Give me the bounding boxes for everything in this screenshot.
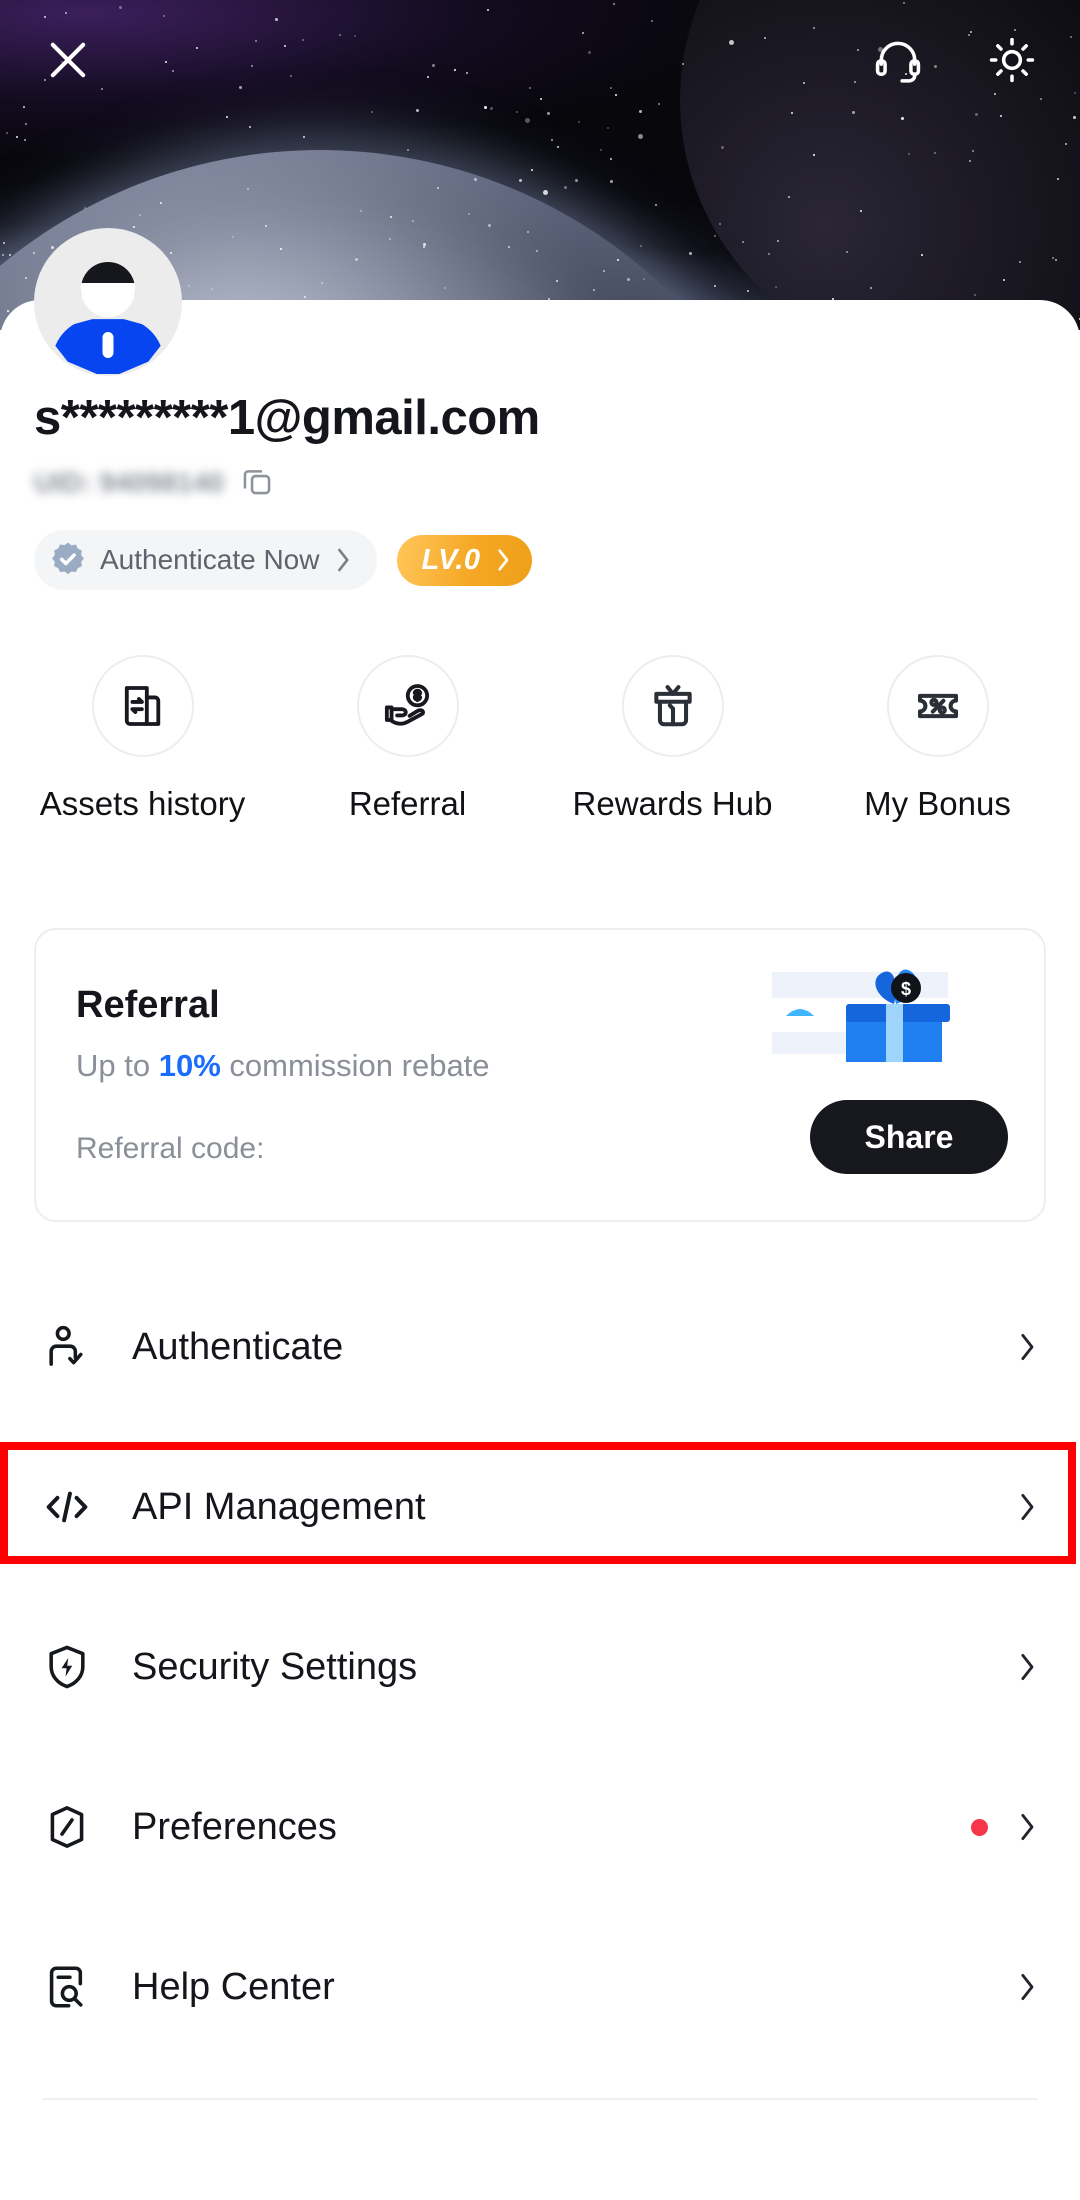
menu-item-right xyxy=(1014,1327,1040,1367)
uid-row: UID: 94098140 xyxy=(34,462,1046,504)
code-brackets-icon xyxy=(42,1482,100,1532)
close-icon[interactable] xyxy=(36,28,100,92)
user-check-icon xyxy=(42,1322,100,1372)
menu-item-label: Help Center xyxy=(132,1965,335,2008)
menu-item-api-management[interactable]: API Management xyxy=(0,1450,1080,1564)
headset-icon[interactable] xyxy=(866,28,930,92)
quick-action-label: Rewards Hub xyxy=(572,785,773,822)
authenticate-now-badge[interactable]: Authenticate Now xyxy=(34,530,378,590)
menu-item-right xyxy=(1014,1647,1040,1687)
copy-icon[interactable] xyxy=(240,464,274,503)
gift-box-icon xyxy=(653,685,692,727)
chevron-right-icon xyxy=(338,548,350,572)
top-bar xyxy=(0,0,1080,120)
gift-box-illustration: $ xyxy=(772,969,950,1062)
menu-item-label: Preferences xyxy=(132,1805,337,1848)
chevron-right-icon[interactable] xyxy=(1014,1807,1040,1847)
quick-action-rewards-hub[interactable]: Rewards Hub xyxy=(540,655,805,823)
menu-item-right xyxy=(971,1807,1040,1847)
uid-text: UID: 94098140 xyxy=(34,467,224,498)
chevron-right-icon[interactable] xyxy=(1014,1487,1040,1527)
authenticate-now-label: Authenticate Now xyxy=(100,544,320,575)
menu-spacer xyxy=(0,1404,1080,1450)
profile-screen: s*********1@gmail.com UID: 94098140 Auth… xyxy=(0,0,1080,2200)
referral-subtitle-prefix: Up to xyxy=(76,1048,159,1083)
quick-action-label: Assets history xyxy=(39,785,246,822)
account-badges: Authenticate Now LV.0 xyxy=(34,530,1046,590)
hand-coin-icon xyxy=(384,684,429,726)
quick-action-circle xyxy=(91,655,194,757)
menu-item-right xyxy=(1014,1967,1040,2007)
menu-item-label: API Management xyxy=(132,1485,426,1528)
menu-item-security-settings[interactable]: Security Settings xyxy=(0,1610,1080,1724)
menu-item-label: Security Settings xyxy=(132,1645,418,1688)
level-badge[interactable]: LV.0 xyxy=(397,534,533,586)
menu-item-authenticate[interactable]: Authenticate xyxy=(0,1290,1080,1404)
account-email: s*********1@gmail.com xyxy=(34,391,540,445)
referral-card[interactable]: Referral Up to 10% commission rebate Ref… xyxy=(34,928,1046,1222)
chevron-right-icon[interactable] xyxy=(1014,1967,1040,2007)
menu-item-label: Authenticate xyxy=(132,1325,344,1368)
chevron-right-icon xyxy=(498,549,509,571)
account-block: s*********1@gmail.com UID: 94098140 Auth… xyxy=(0,390,1080,590)
percent-ticket-icon xyxy=(917,693,958,719)
quick-action-circle xyxy=(886,655,989,757)
menu-item-preferences[interactable]: Preferences xyxy=(0,1770,1080,1884)
referral-subtitle-percent: 10% xyxy=(158,1048,221,1083)
menu-spacer xyxy=(0,1564,1080,1610)
menu-spacer xyxy=(0,1884,1080,1930)
quick-action-circle xyxy=(356,655,459,757)
top-bar-actions xyxy=(866,28,1044,92)
quick-action-label: My Bonus xyxy=(864,785,1011,822)
help-search-doc-icon xyxy=(42,1962,100,2012)
menu-item-help-center[interactable]: Help Center xyxy=(0,1930,1080,2044)
quick-action-circle xyxy=(621,655,724,757)
verified-rosette-icon xyxy=(52,542,84,575)
avatar-collar xyxy=(102,332,114,358)
quick-action-my-bonus[interactable]: My Bonus xyxy=(805,655,1070,823)
menu-spacer xyxy=(0,1724,1080,1770)
share-button[interactable]: Share xyxy=(810,1100,1008,1174)
referral-code-label: Referral code: xyxy=(76,1132,265,1165)
referral-card-title: Referral xyxy=(76,984,220,1026)
referral-subtitle-suffix: commission rebate xyxy=(220,1048,490,1083)
level-badge-label: LV.0 xyxy=(421,543,481,576)
brightness-sun-icon[interactable] xyxy=(980,28,1044,92)
svg-text:$: $ xyxy=(901,979,911,999)
settings-menu: Authenticate API Management Security Set… xyxy=(0,1290,1080,2100)
quick-action-referral[interactable]: Referral xyxy=(275,655,540,823)
menu-item-right xyxy=(1014,1487,1040,1527)
user-avatar xyxy=(34,228,182,376)
avatar-face xyxy=(81,283,135,317)
menu-divider xyxy=(42,2098,1038,2100)
referral-card-subtitle: Up to 10% commission rebate xyxy=(76,1048,490,1084)
shield-bolt-icon xyxy=(42,1642,100,1692)
chevron-right-icon[interactable] xyxy=(1014,1647,1040,1687)
assets-history-icon xyxy=(124,686,160,726)
quick-action-assets-history[interactable]: Assets history xyxy=(10,655,275,823)
chevron-right-icon[interactable] xyxy=(1014,1327,1040,1367)
hexagon-slash-icon xyxy=(42,1802,100,1852)
notification-dot xyxy=(971,1818,988,1836)
quick-actions-row: Assets history Referral Rewards Hub My B… xyxy=(0,655,1080,823)
avatar[interactable] xyxy=(34,228,182,376)
quick-action-label: Referral xyxy=(348,785,467,822)
